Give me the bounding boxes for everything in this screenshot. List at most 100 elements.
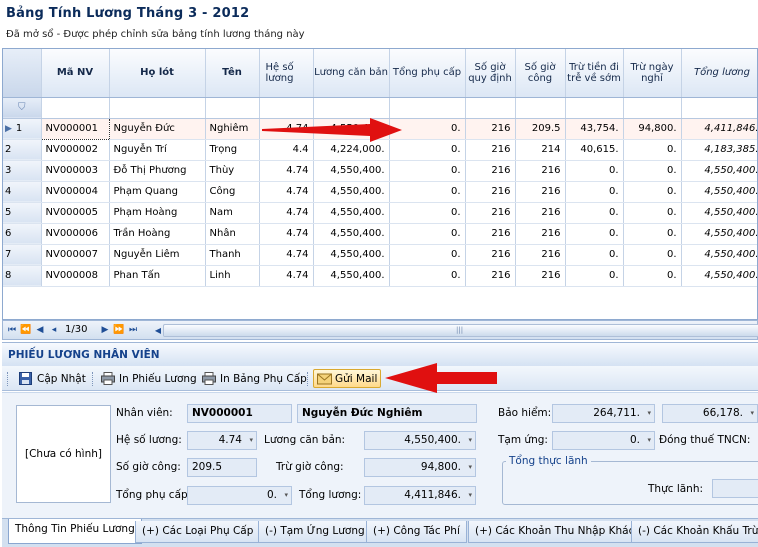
cell-ho-lot[interactable]: Đỗ Thị Phương [109, 160, 206, 182]
cell-tru-ngay-nghi[interactable]: 0. [623, 223, 682, 245]
next-record-icon[interactable]: ▶ [99, 323, 111, 337]
scrollbar-thumb[interactable]: ||| [164, 325, 758, 336]
tab-payslip-info[interactable]: Thông Tin Phiếu Lương [8, 519, 142, 544]
cell-ten[interactable]: Nhân [205, 223, 260, 245]
filter-cell[interactable] [623, 97, 682, 119]
cell-so-gio-quy-dinh[interactable]: 216 [465, 265, 516, 287]
filter-cell[interactable] [515, 97, 566, 119]
row-indicator[interactable]: 8 [3, 265, 42, 287]
cell-he-so[interactable]: 4.74 [259, 244, 314, 266]
cell-tong-luong[interactable]: 4,550,400. [681, 223, 757, 245]
tab-other-income[interactable]: (+) Các Khoản Thu Nhập Khác [468, 521, 642, 543]
allowance-field[interactable]: 0. ▾ [187, 486, 292, 505]
cell-tru-ngay-nghi[interactable]: 0. [623, 244, 682, 266]
cell-so-gio-cong[interactable]: 216 [515, 202, 566, 224]
tab-deductions[interactable]: (-) Các Khoản Khấu Trừ K [631, 521, 758, 543]
cell-ho-lot[interactable]: Phạm Hoàng [109, 202, 206, 224]
col-header-tru-tien-di-tre[interactable]: Trừ tiền đi trễ về sớm [565, 49, 624, 98]
cell-ho-lot[interactable]: Phan Tấn [109, 265, 206, 287]
cell-tong-luong[interactable]: 4,183,385. [681, 139, 757, 161]
insurance-field-2[interactable]: 66,178. ▾ [662, 404, 758, 423]
filter-cell[interactable] [205, 97, 260, 119]
filter-cell[interactable] [259, 97, 314, 119]
cell-ho-lot[interactable]: Phạm Quang [109, 181, 206, 203]
table-row[interactable]: 6 NV000006 Trần Hoàng Nhân 4.74 4,550,400. 0. 2… [3, 223, 757, 245]
table-row[interactable]: ▶ 1 NV000001 Nguyễn Đức Nghiêm 4.74 4,550,400.… [3, 117, 757, 140]
filter-row[interactable]: ⛉ [3, 97, 757, 119]
hours-field[interactable]: 209.5 [187, 458, 257, 477]
cell-tru-tien-di-tre[interactable]: 0. [565, 202, 624, 224]
cell-tru-tien-di-tre[interactable]: 0. [565, 181, 624, 203]
cell-ma-nv[interactable]: NV000001 [40, 117, 110, 140]
employee-id-field[interactable]: NV000001 [187, 404, 292, 423]
print-slip-button[interactable]: In Phiếu Lương [98, 369, 200, 388]
dropdown-icon[interactable]: ▾ [750, 405, 754, 422]
cell-ma-nv[interactable]: NV000003 [41, 160, 110, 182]
advance-field[interactable]: 0. ▾ [552, 431, 655, 450]
cell-so-gio-quy-dinh[interactable]: 216 [465, 181, 516, 203]
prev-record-icon[interactable]: ◀ [34, 323, 46, 337]
table-row[interactable]: 7 NV000007 Nguyễn Liêm Thanh 4.74 4,550,400. 0… [3, 244, 757, 266]
tab-salary-advance[interactable]: (-) Tạm Ứng Lương [258, 521, 372, 543]
cell-tru-tien-di-tre[interactable]: 0. [565, 244, 624, 266]
table-row[interactable]: 2 NV000002 Nguyễn Trí Trọng 4.4 4,224,000. 0. 2… [3, 139, 757, 161]
cell-luong-can-ban[interactable]: 4,550,400. [313, 202, 390, 224]
tab-allowances[interactable]: (+) Các Loại Phụ Cấp [135, 521, 261, 543]
cell-ma-nv[interactable]: NV000007 [41, 244, 110, 266]
cell-ho-lot[interactable]: Nguyễn Liêm [109, 244, 206, 266]
tab-travel-expense[interactable]: (+) Công Tác Phí [366, 521, 467, 543]
filter-cell[interactable] [313, 97, 390, 119]
cell-tru-ngay-nghi[interactable]: 0. [623, 181, 682, 203]
cell-tong-phu-cap[interactable]: 0. [389, 181, 466, 203]
col-header-ho-lot[interactable]: Họ lót [109, 49, 206, 98]
cell-ma-nv[interactable]: NV000008 [41, 265, 110, 287]
cell-tong-luong[interactable]: 4,411,846. [681, 118, 757, 140]
cell-tru-tien-di-tre[interactable]: 0. [565, 265, 624, 287]
employee-name-field[interactable]: Nguyễn Đức Nghiêm [297, 404, 477, 423]
cell-luong-can-ban[interactable]: 4,224,000. [313, 139, 390, 161]
cell-tru-tien-di-tre[interactable]: 40,615. [565, 139, 624, 161]
filter-cell[interactable] [109, 97, 206, 119]
cell-he-so[interactable]: 4.74 [259, 181, 314, 203]
next-page-icon[interactable]: ⏩ [113, 323, 125, 337]
cell-he-so[interactable]: 4.74 [259, 223, 314, 245]
col-header-tong-luong[interactable]: Tổng lương [681, 49, 757, 98]
filter-cell[interactable] [389, 97, 466, 119]
table-row[interactable]: 8 NV000008 Phan Tấn Linh 4.74 4,550,400. 0. 216… [3, 265, 757, 287]
cell-luong-can-ban[interactable]: 4,550,400. [313, 118, 390, 140]
cell-luong-can-ban[interactable]: 4,550,400. [313, 265, 390, 287]
cell-ho-lot[interactable]: Nguyễn Trí [109, 139, 206, 161]
cell-ten[interactable]: Nam [205, 202, 260, 224]
payroll-grid[interactable]: Mã NV Họ lót Tên Hệ số lương Lương căn b… [2, 48, 758, 320]
table-row[interactable]: 3 NV000003 Đỗ Thị Phương Thùy 4.74 4,550,400.… [3, 160, 757, 182]
last-record-icon[interactable]: ⏭ [127, 323, 139, 337]
col-header-tru-ngay-nghi[interactable]: Trừ ngày nghỉ [623, 49, 682, 98]
scroll-left-icon[interactable]: ◀ [153, 324, 163, 337]
cell-so-gio-cong[interactable]: 216 [515, 244, 566, 266]
cell-tong-luong[interactable]: 4,550,400. [681, 181, 757, 203]
horizontal-scrollbar[interactable]: ||| [163, 324, 758, 337]
net-salary-field[interactable] [712, 479, 758, 498]
cell-tru-tien-di-tre[interactable]: 0. [565, 223, 624, 245]
cell-he-so[interactable]: 4.74 [259, 118, 314, 140]
cell-ma-nv[interactable]: NV000004 [41, 181, 110, 203]
cell-so-gio-cong[interactable]: 216 [515, 181, 566, 203]
filter-cell[interactable] [465, 97, 516, 119]
base-salary-field[interactable]: 4,550,400. ▾ [364, 431, 476, 450]
cell-luong-can-ban[interactable]: 4,550,400. [313, 223, 390, 245]
cell-tong-phu-cap[interactable]: 0. [389, 244, 466, 266]
cell-so-gio-quy-dinh[interactable]: 216 [465, 118, 516, 140]
dropdown-icon[interactable]: ▾ [468, 487, 472, 504]
cell-tong-luong[interactable]: 4,550,400. [681, 160, 757, 182]
row-indicator[interactable]: 2 [3, 139, 42, 161]
filter-cell[interactable] [565, 97, 624, 119]
table-row[interactable]: 5 NV000005 Phạm Hoàng Nam 4.74 4,550,400. 0. 21… [3, 202, 757, 224]
row-indicator[interactable]: 6 [3, 223, 42, 245]
cell-ho-lot[interactable]: Trần Hoàng [109, 223, 206, 245]
cell-tru-ngay-nghi[interactable]: 94,800. [623, 118, 682, 140]
cell-tong-phu-cap[interactable]: 0. [389, 160, 466, 182]
cell-so-gio-cong[interactable]: 216 [515, 265, 566, 287]
col-header-ma-nv[interactable]: Mã NV [41, 49, 110, 98]
cell-ten[interactable]: Linh [205, 265, 260, 287]
cell-so-gio-quy-dinh[interactable]: 216 [465, 244, 516, 266]
